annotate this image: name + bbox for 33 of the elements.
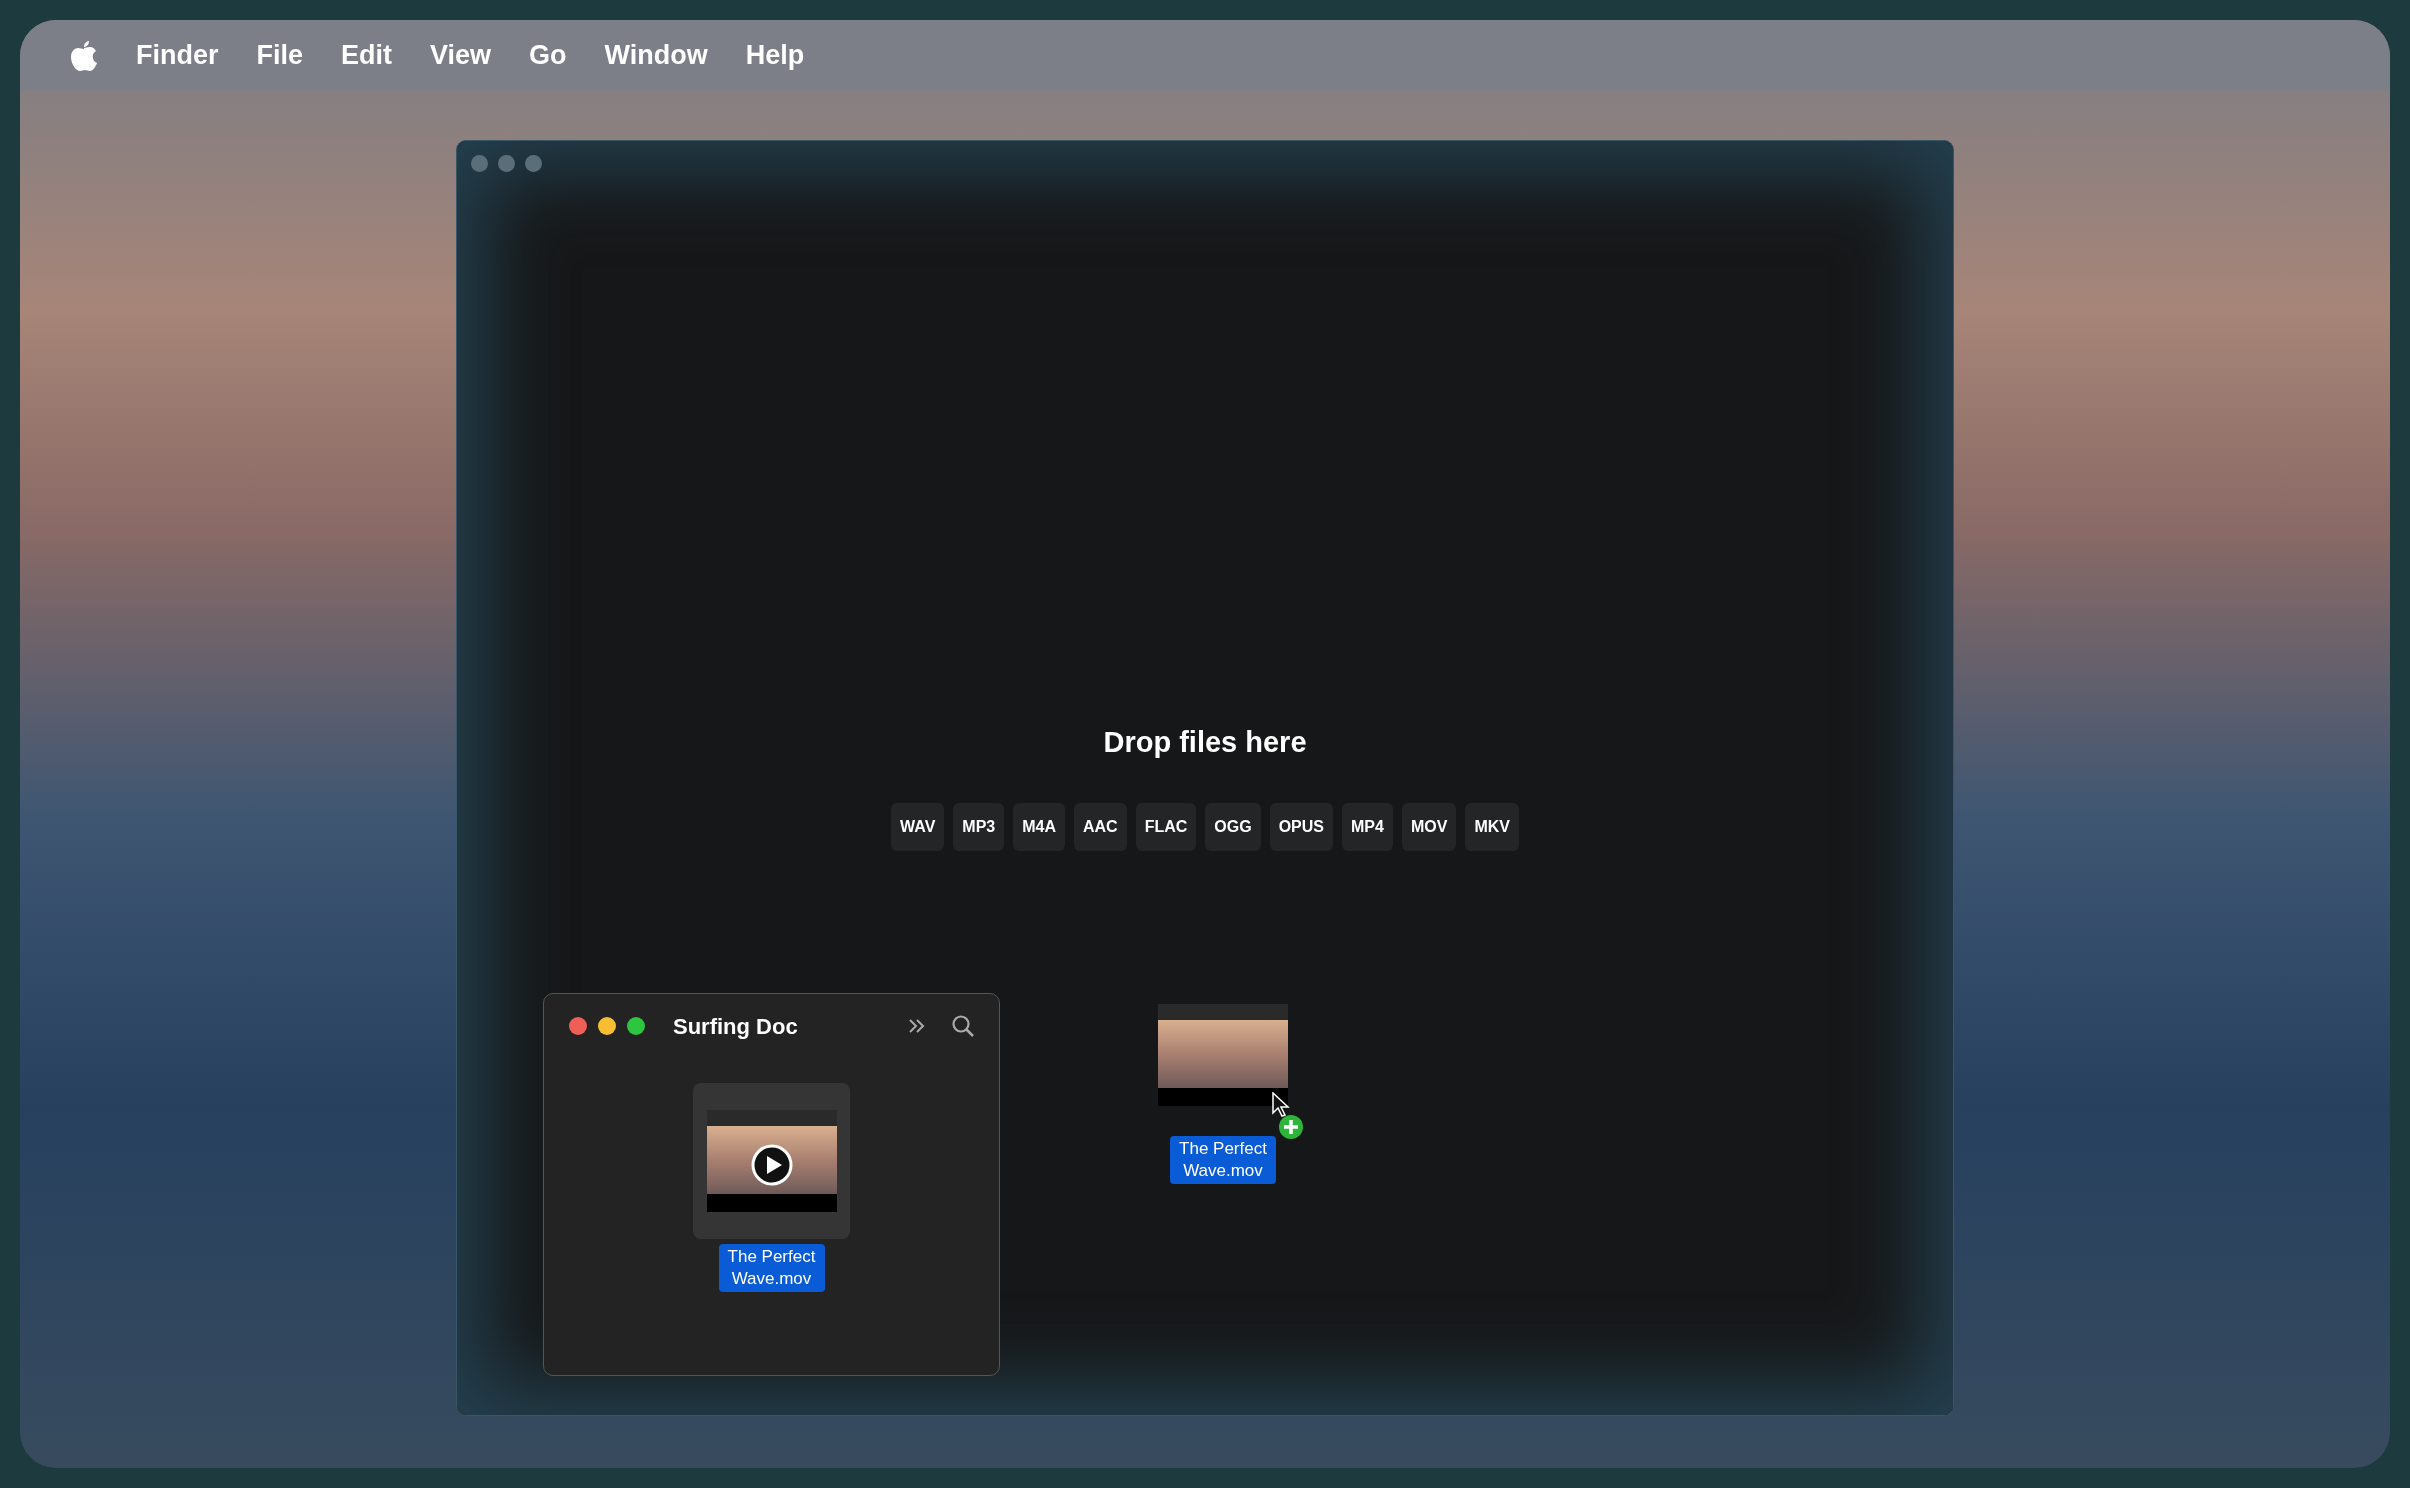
- window-control-icon[interactable]: [471, 155, 488, 172]
- format-tag: OGG: [1205, 802, 1261, 851]
- window-control-icon[interactable]: [525, 155, 542, 172]
- window-control-icon[interactable]: [498, 155, 515, 172]
- window-title: Surfing Doc: [673, 1012, 798, 1041]
- format-tag: MP3: [953, 802, 1005, 851]
- menu-item[interactable]: View: [430, 34, 492, 76]
- file-name: The Perfect Wave.mov: [1170, 1136, 1276, 1184]
- close-button[interactable]: [569, 1017, 587, 1035]
- format-tag: MP4: [1342, 802, 1393, 851]
- menu-item[interactable]: Window: [604, 34, 708, 76]
- format-tag: AAC: [1074, 802, 1127, 851]
- menu-item[interactable]: File: [256, 34, 304, 76]
- play-icon[interactable]: [750, 1144, 793, 1186]
- menu-item[interactable]: Edit: [341, 34, 393, 76]
- format-tag: M4A: [1013, 802, 1065, 851]
- drop-zone-title: Drop files here: [1103, 725, 1307, 760]
- add-badge-icon: [1278, 1114, 1304, 1140]
- cursor-arrow-icon: [1272, 1092, 1290, 1118]
- file-name: The Perfect Wave.mov: [718, 1244, 825, 1292]
- format-tag: MOV: [1401, 802, 1457, 851]
- minimize-button[interactable]: [598, 1017, 616, 1035]
- menu-item[interactable]: Finder: [136, 34, 219, 76]
- format-tag: MKV: [1465, 802, 1519, 851]
- menu-item[interactable]: Go: [529, 34, 567, 76]
- zoom-button[interactable]: [627, 1017, 645, 1035]
- format-tag: OPUS: [1269, 802, 1333, 851]
- search-icon[interactable]: [951, 1014, 975, 1038]
- file-tile[interactable]: [693, 1083, 850, 1239]
- menu-item[interactable]: Help: [745, 34, 805, 76]
- format-tag: FLAC: [1135, 802, 1197, 851]
- apple-logo-icon[interactable]: [70, 39, 98, 71]
- format-tag: WAV: [891, 802, 945, 851]
